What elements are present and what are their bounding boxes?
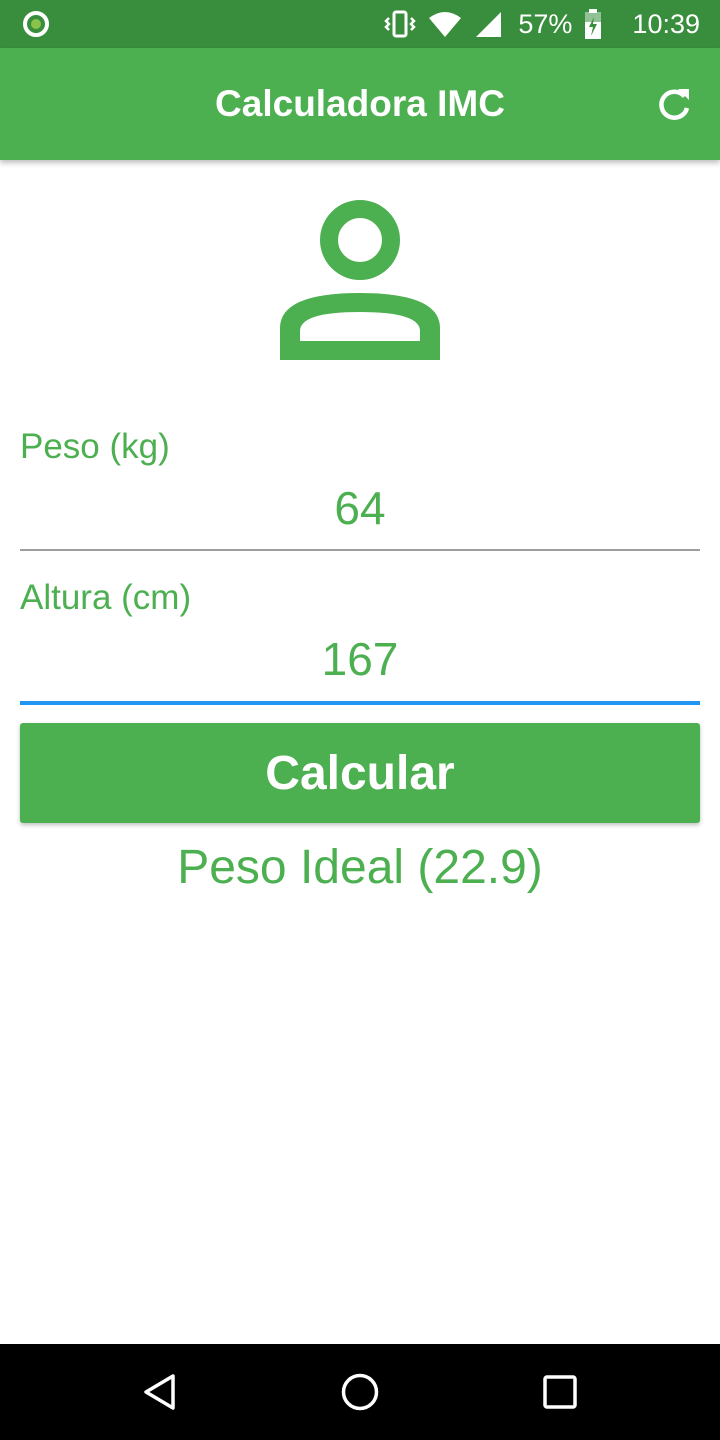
back-button[interactable] [138,1370,182,1414]
height-input[interactable] [20,624,700,694]
home-button[interactable] [338,1370,382,1414]
recents-icon [538,1375,582,1418]
battery-charging-icon [584,9,602,39]
vibrate-icon [384,10,417,38]
wifi-icon [428,10,462,38]
refresh-button[interactable] [654,84,694,124]
height-underline-focused [20,701,700,705]
weight-underline [20,549,700,551]
status-bar: 57% 10:39 [0,0,720,48]
app-title: Calculadora IMC [215,83,505,124]
weight-field[interactable]: Peso (kg) [20,423,700,553]
home-icon [338,1373,382,1418]
cell-signal-icon [474,10,502,38]
calculate-button[interactable]: Calcular [20,723,700,823]
weight-input[interactable] [20,473,700,543]
battery-percent: 57% [518,8,573,39]
status-icons: 57% 10:39 [384,0,700,48]
height-field[interactable]: Altura (cm) [20,574,700,706]
person-icon [278,198,442,362]
main-content: Peso (kg) Altura (cm) Calcular Peso Idea… [0,160,720,1344]
height-label: Altura (cm) [20,578,192,617]
navigation-bar [0,1344,720,1440]
recents-button[interactable] [538,1370,582,1414]
clock: 10:39 [632,8,700,39]
weight-label: Peso (kg) [20,427,170,466]
app-bar: Calculadora IMC [0,48,720,160]
notification-dot-icon [22,10,50,38]
result-text: Peso Ideal (22.9) [177,841,543,894]
back-icon [138,1374,182,1418]
refresh-icon [654,89,694,128]
